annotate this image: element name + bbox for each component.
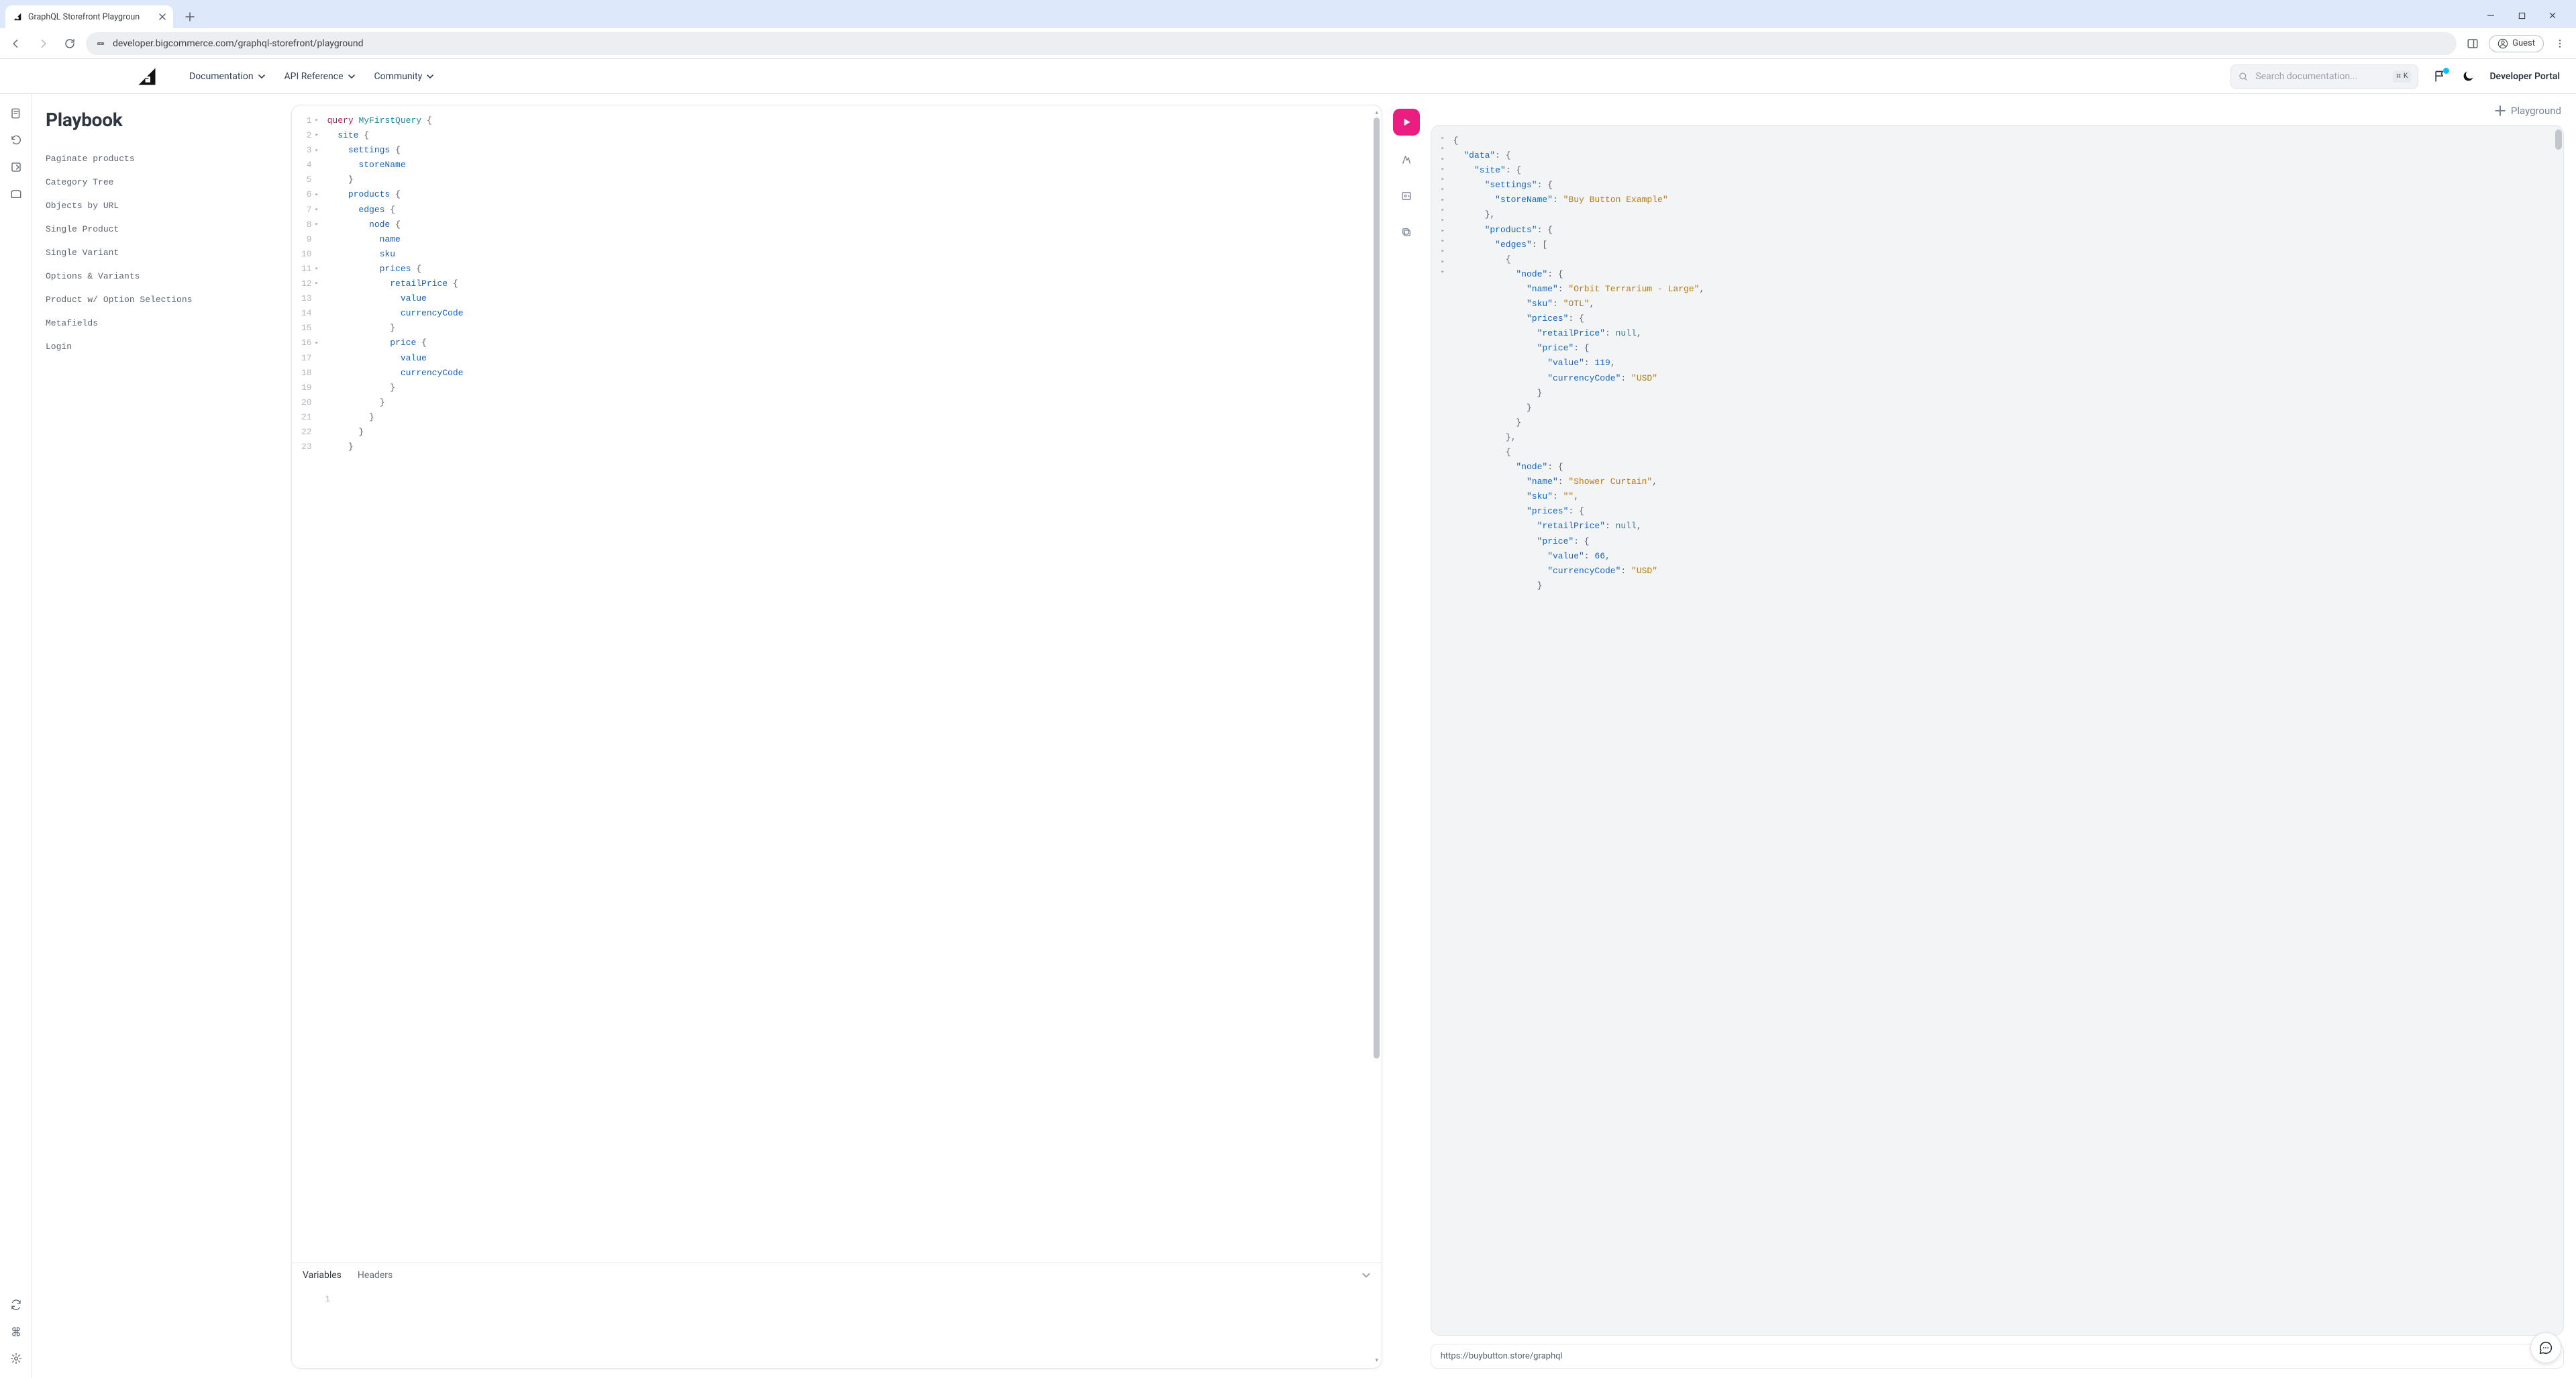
tab-variables[interactable]: Variables bbox=[303, 1270, 342, 1281]
rail-docs-icon[interactable] bbox=[9, 106, 23, 121]
chat-icon bbox=[2538, 1340, 2553, 1355]
search-shortcut: ⌘K bbox=[2393, 70, 2411, 83]
nav-label: Community bbox=[374, 71, 423, 82]
query-code-body[interactable]: query MyFirstQuery { site { settings { s… bbox=[325, 105, 473, 1263]
tab-close-icon[interactable] bbox=[158, 13, 166, 21]
profile-chip[interactable]: Guest bbox=[2489, 35, 2544, 52]
announcements-button[interactable] bbox=[2433, 70, 2446, 83]
chevron-down-icon[interactable] bbox=[1361, 1271, 1371, 1280]
result-tabs: Playground bbox=[1431, 105, 2564, 117]
window-minimize-button[interactable] bbox=[2475, 5, 2506, 26]
editor-tools bbox=[1392, 105, 1421, 1369]
result-gutter: ▸▸▸▸▸▸▸▸▸▸▸▸▸▸ bbox=[1431, 126, 1451, 1335]
play-icon bbox=[1401, 117, 1412, 128]
search-placeholder: Search documentation... bbox=[2255, 71, 2386, 82]
site-header: Documentation API Reference Community Se… bbox=[0, 59, 2576, 94]
search-icon bbox=[2238, 71, 2249, 82]
nav-api-reference[interactable]: API Reference bbox=[285, 71, 356, 82]
query-editor-panel: 1▸2▸3▸456▸7▸8▸91011▸12▸13141516▸17181920… bbox=[291, 105, 1382, 1369]
scrollbar-thumb[interactable] bbox=[1374, 117, 1380, 1059]
developer-portal-link[interactable]: Developer Portal bbox=[2489, 71, 2560, 82]
playbook-sidebar: Playbook Paginate products Category Tree… bbox=[32, 94, 287, 1378]
playbook-item[interactable]: Product w/ Option Selections bbox=[46, 288, 274, 311]
rail-settings-icon[interactable] bbox=[9, 1351, 23, 1366]
sidebar-title: Playbook bbox=[46, 109, 274, 131]
nav-label: Documentation bbox=[189, 71, 254, 82]
window-maximize-button[interactable] bbox=[2506, 5, 2537, 26]
chat-fab[interactable] bbox=[2530, 1332, 2561, 1363]
side-panel-icon[interactable] bbox=[2462, 33, 2483, 54]
rail-explorer-icon[interactable] bbox=[9, 160, 23, 175]
browser-tab[interactable]: GraphQL Storefront Playgroun bbox=[5, 5, 173, 28]
variables-editor[interactable]: 1 bbox=[292, 1287, 1382, 1368]
notification-dot bbox=[2443, 68, 2449, 74]
scroll-up-icon[interactable]: ▴ bbox=[1375, 109, 1378, 116]
query-scrollbar[interactable]: ▴ ▾ bbox=[1374, 109, 1380, 1364]
chevron-down-icon bbox=[258, 72, 266, 81]
nav-documentation[interactable]: Documentation bbox=[189, 71, 266, 82]
rail-refetch-icon[interactable] bbox=[9, 1297, 23, 1312]
forward-button[interactable] bbox=[32, 33, 54, 54]
playground-left-rail bbox=[0, 94, 32, 1378]
tab-favicon bbox=[12, 11, 23, 22]
new-tab-button[interactable] bbox=[178, 5, 201, 28]
site-info-icon[interactable] bbox=[95, 38, 106, 49]
playbook-item[interactable]: Objects by URL bbox=[46, 194, 274, 217]
query-gutter: 1▸2▸3▸456▸7▸8▸91011▸12▸13141516▸17181920… bbox=[292, 105, 325, 1263]
tab-title: GraphQL Storefront Playgroun bbox=[28, 12, 153, 22]
scroll-down-icon[interactable]: ▾ bbox=[1375, 1357, 1378, 1364]
site-nav: Documentation API Reference Community bbox=[189, 71, 434, 82]
playbook-item[interactable]: Options & Variants bbox=[46, 264, 274, 288]
result-tab[interactable]: Playground bbox=[2511, 105, 2561, 117]
query-editor[interactable]: 1▸2▸3▸456▸7▸8▸91011▸12▸13141516▸17181920… bbox=[292, 105, 1382, 1263]
result-viewer[interactable]: ▸▸▸▸▸▸▸▸▸▸▸▸▸▸ { "data": { "site": { "se… bbox=[1431, 126, 2563, 1335]
variables-panel: Variables Headers 1 bbox=[292, 1263, 1382, 1368]
browser-menu-icon[interactable] bbox=[2549, 33, 2571, 54]
playbook-item[interactable]: Login bbox=[46, 335, 274, 358]
moon-icon bbox=[2461, 70, 2475, 83]
chevron-down-icon bbox=[426, 72, 434, 81]
guest-icon bbox=[2497, 38, 2508, 49]
rail-shortcuts-icon[interactable] bbox=[9, 1324, 23, 1339]
url-bar[interactable]: developer.bigcommerce.com/graphql-storef… bbox=[86, 32, 2457, 55]
result-code-body: { "data": { "site": { "settings": { "sto… bbox=[1451, 126, 1714, 1335]
window-close-button[interactable] bbox=[2537, 5, 2568, 26]
back-button[interactable] bbox=[5, 33, 27, 54]
endpoint-input[interactable]: https://buybutton.store/graphql bbox=[1431, 1344, 2564, 1369]
browser-toolbar: developer.bigcommerce.com/graphql-storef… bbox=[0, 28, 2576, 59]
merge-button[interactable] bbox=[1394, 184, 1419, 208]
copy-button[interactable] bbox=[1394, 220, 1419, 244]
add-result-tab-button[interactable] bbox=[2495, 105, 2506, 116]
playbook-item[interactable]: Single Variant bbox=[46, 241, 274, 264]
theme-toggle[interactable] bbox=[2461, 70, 2475, 83]
prettify-button[interactable] bbox=[1394, 148, 1419, 172]
profile-label: Guest bbox=[2512, 38, 2535, 48]
tab-headers[interactable]: Headers bbox=[358, 1270, 393, 1281]
playbook-item[interactable]: Metafields bbox=[46, 311, 274, 335]
nav-community[interactable]: Community bbox=[374, 71, 435, 82]
playbook-item[interactable]: Paginate products bbox=[46, 147, 274, 170]
result-panel: ▸▸▸▸▸▸▸▸▸▸▸▸▸▸ { "data": { "site": { "se… bbox=[1431, 125, 2564, 1336]
result-scrollbar-thumb[interactable] bbox=[2555, 130, 2562, 150]
url-text: developer.bigcommerce.com/graphql-storef… bbox=[113, 38, 364, 49]
rail-playbook-icon[interactable] bbox=[9, 187, 23, 201]
rail-history-icon[interactable] bbox=[9, 133, 23, 148]
playbook-item[interactable]: Single Product bbox=[46, 217, 274, 241]
execute-button[interactable] bbox=[1393, 109, 1420, 136]
reload-button[interactable] bbox=[59, 33, 81, 54]
nav-label: API Reference bbox=[285, 71, 344, 82]
playbook-item[interactable]: Category Tree bbox=[46, 170, 274, 194]
site-logo[interactable] bbox=[137, 66, 157, 87]
chevron-down-icon bbox=[348, 72, 356, 81]
browser-tabstrip: GraphQL Storefront Playgroun bbox=[0, 0, 2576, 28]
search-input[interactable]: Search documentation... ⌘K bbox=[2230, 64, 2418, 89]
